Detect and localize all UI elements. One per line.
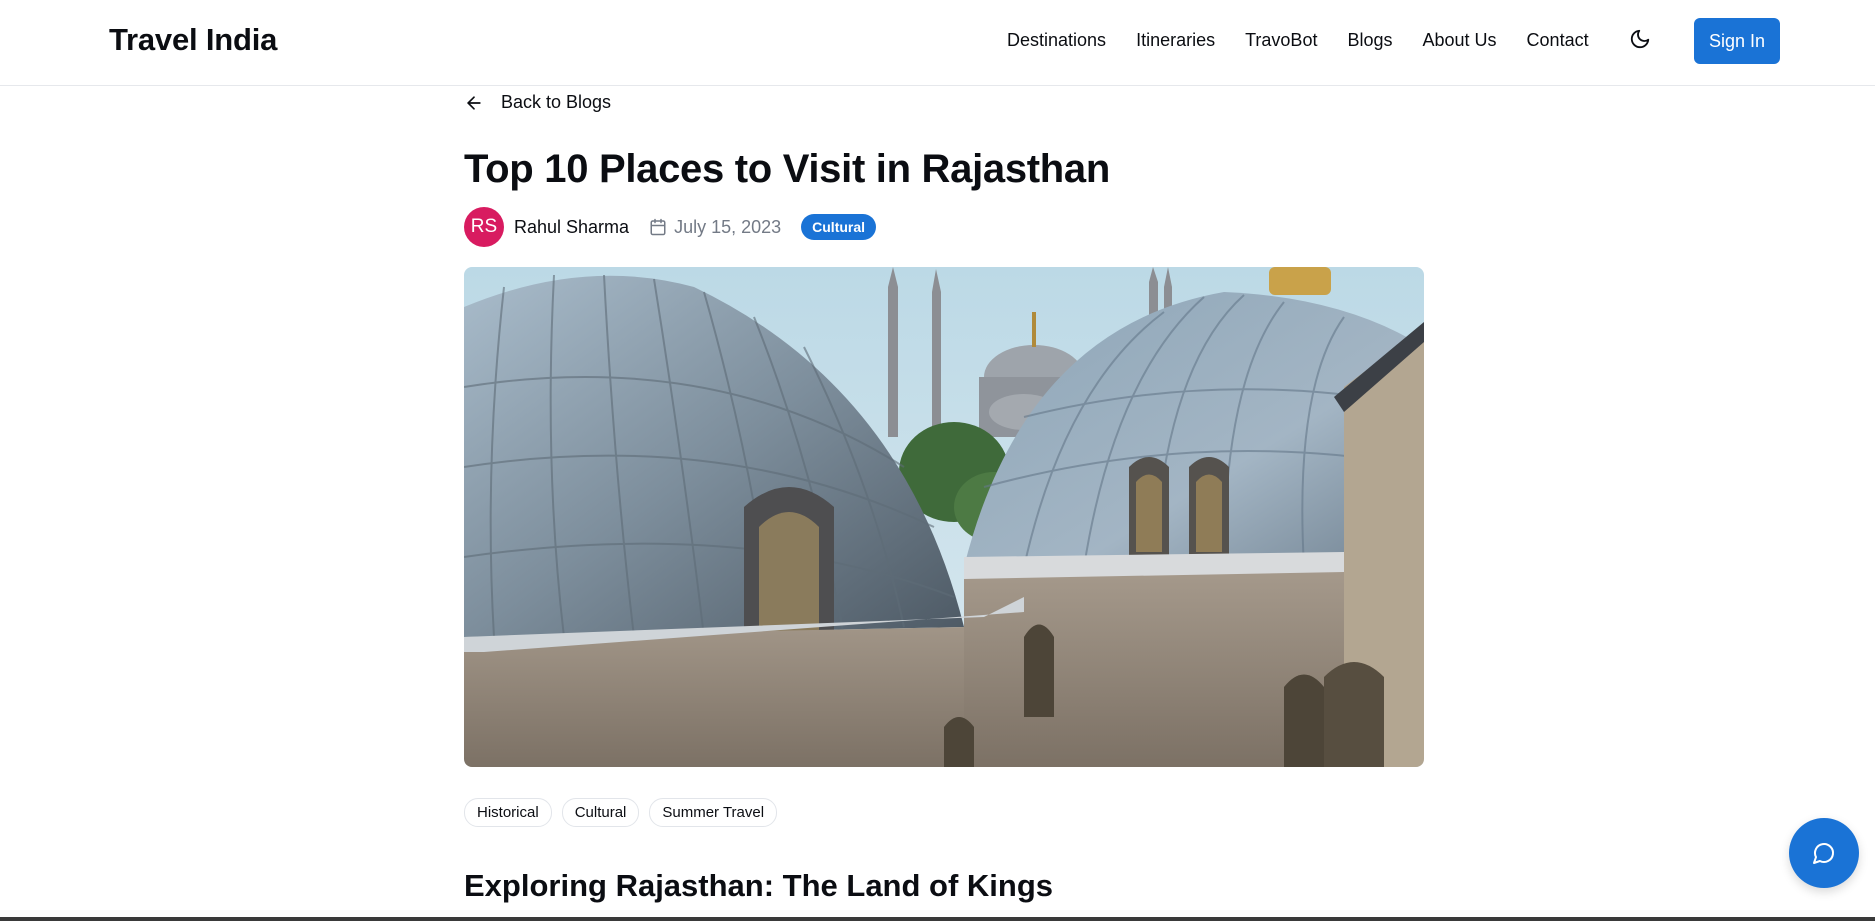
author-name: Rahul Sharma: [514, 216, 630, 237]
back-to-blogs-link[interactable]: Back to Blogs: [464, 92, 611, 113]
avatar: RS: [464, 207, 504, 247]
category-badge: Cultural: [801, 214, 877, 240]
article-title: Top 10 Places to Visit in Rajasthan: [464, 147, 1111, 191]
chat-bubble-icon: [1813, 843, 1834, 864]
nav-destinations[interactable]: Destinations: [1007, 30, 1106, 51]
sign-in-button[interactable]: Sign In: [1694, 18, 1780, 64]
section-heading: Exploring Rajasthan: The Land of Kings: [464, 868, 1054, 903]
hero-image: [464, 267, 1424, 767]
date-text: July 15, 2023: [674, 216, 782, 237]
arrow-left-icon: [467, 95, 481, 110]
chat-button[interactable]: [1789, 818, 1859, 888]
window-bottom-edge: [0, 917, 1875, 921]
site-header: Travel India Destinations Itineraries Tr…: [0, 0, 1875, 86]
tag-list: Historical Cultural Summer Travel: [464, 798, 787, 827]
publish-date: July 15, 2023: [649, 217, 781, 238]
calendar-icon: [650, 218, 666, 236]
back-link-label: Back to Blogs: [501, 92, 612, 112]
tag-cultural[interactable]: Cultural: [561, 798, 640, 827]
moon-icon[interactable]: [1629, 28, 1651, 50]
nav-contact[interactable]: Contact: [1527, 30, 1589, 51]
nav-travobot[interactable]: TravoBot: [1245, 30, 1317, 51]
nav-blogs[interactable]: Blogs: [1347, 30, 1392, 51]
nav-about-us[interactable]: About Us: [1423, 30, 1497, 51]
nav-itineraries[interactable]: Itineraries: [1136, 30, 1215, 51]
brand-logo[interactable]: Travel India: [109, 22, 277, 58]
article-meta: RS Rahul Sharma July 15, 2023 Cultural: [464, 207, 877, 247]
tag-historical[interactable]: Historical: [464, 798, 552, 827]
tag-summer-travel[interactable]: Summer Travel: [649, 798, 778, 827]
main-nav: Destinations Itineraries TravoBot Blogs …: [1007, 30, 1619, 51]
